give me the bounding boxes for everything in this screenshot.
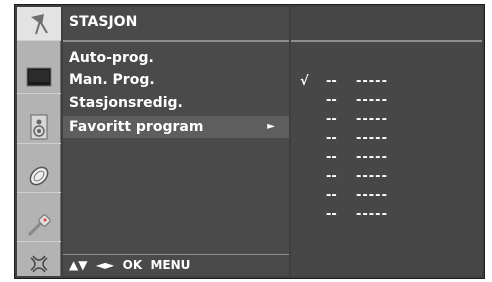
favourite-row[interactable]: √ -- ----- bbox=[300, 73, 470, 91]
sidebar-item-picture[interactable] bbox=[17, 60, 61, 94]
programme-number: -- bbox=[326, 74, 337, 89]
programme-name: ----- bbox=[356, 188, 388, 203]
menu-item-label: Man. Prog. bbox=[69, 72, 155, 88]
favourite-row[interactable]: -- ----- bbox=[300, 149, 470, 167]
favourite-row[interactable]: -- ----- bbox=[300, 92, 470, 110]
programme-number: -- bbox=[326, 112, 337, 127]
favourite-row[interactable]: -- ----- bbox=[300, 168, 470, 186]
sidebar-item-lock[interactable] bbox=[17, 208, 61, 242]
key-icon bbox=[27, 213, 51, 236]
settings-icon bbox=[30, 255, 48, 273]
programme-name: ----- bbox=[356, 150, 388, 165]
submenu-arrow-icon: ► bbox=[267, 121, 275, 132]
programme-name: ----- bbox=[356, 169, 388, 184]
picture-icon bbox=[26, 67, 52, 86]
tv-osd-menu: STASJON Auto-prog. Man. Prog. Stasjonsre… bbox=[14, 4, 485, 279]
favourite-row[interactable]: -- ----- bbox=[300, 130, 470, 148]
menu-title: STASJON bbox=[69, 14, 138, 30]
menu-item-label: Favoritt program bbox=[69, 119, 204, 135]
menu-item-station-edit[interactable]: Stasjonsredig. bbox=[63, 92, 289, 114]
favourite-row[interactable]: -- ----- bbox=[300, 187, 470, 205]
programme-number: -- bbox=[326, 93, 337, 108]
favourite-list-panel: √ -- ----- -- ----- -- ----- -- ----- --… bbox=[291, 7, 482, 276]
title-divider bbox=[63, 40, 289, 42]
programme-name: ----- bbox=[356, 74, 388, 89]
programme-name: ----- bbox=[356, 207, 388, 222]
programme-number: -- bbox=[326, 207, 337, 222]
clock-icon bbox=[29, 166, 49, 185]
favourite-row[interactable]: -- ----- bbox=[300, 206, 470, 224]
programme-name: ----- bbox=[356, 93, 388, 108]
programme-name: ----- bbox=[356, 112, 388, 127]
menu-item-label: Stasjonsredig. bbox=[69, 95, 183, 111]
station-menu-panel: STASJON Auto-prog. Man. Prog. Stasjonsre… bbox=[63, 7, 289, 276]
sidebar-item-sound[interactable] bbox=[17, 110, 61, 144]
programme-number: -- bbox=[326, 131, 337, 146]
menu-item-favourite-programme[interactable]: Favoritt program ► bbox=[63, 116, 289, 138]
programme-number: -- bbox=[326, 169, 337, 184]
menu-item-auto-prog[interactable]: Auto-prog. bbox=[63, 47, 289, 69]
speaker-icon bbox=[30, 114, 48, 139]
programme-name: ----- bbox=[356, 131, 388, 146]
sidebar-item-time[interactable] bbox=[17, 159, 61, 193]
sidebar-item-station[interactable] bbox=[17, 7, 61, 41]
programme-number: -- bbox=[326, 150, 337, 165]
menu-item-label: Auto-prog. bbox=[69, 50, 154, 66]
favourite-row[interactable]: -- ----- bbox=[300, 111, 470, 129]
list-divider bbox=[291, 40, 482, 42]
navigation-hint: ▲▼ ◄► OK MENU bbox=[63, 254, 289, 276]
sidebar-item-setup[interactable] bbox=[17, 252, 61, 276]
antenna-icon bbox=[31, 13, 48, 34]
menu-item-man-prog[interactable]: Man. Prog. bbox=[63, 69, 289, 91]
check-icon: √ bbox=[300, 74, 309, 89]
icon-sidebar bbox=[17, 7, 61, 276]
programme-number: -- bbox=[326, 188, 337, 203]
